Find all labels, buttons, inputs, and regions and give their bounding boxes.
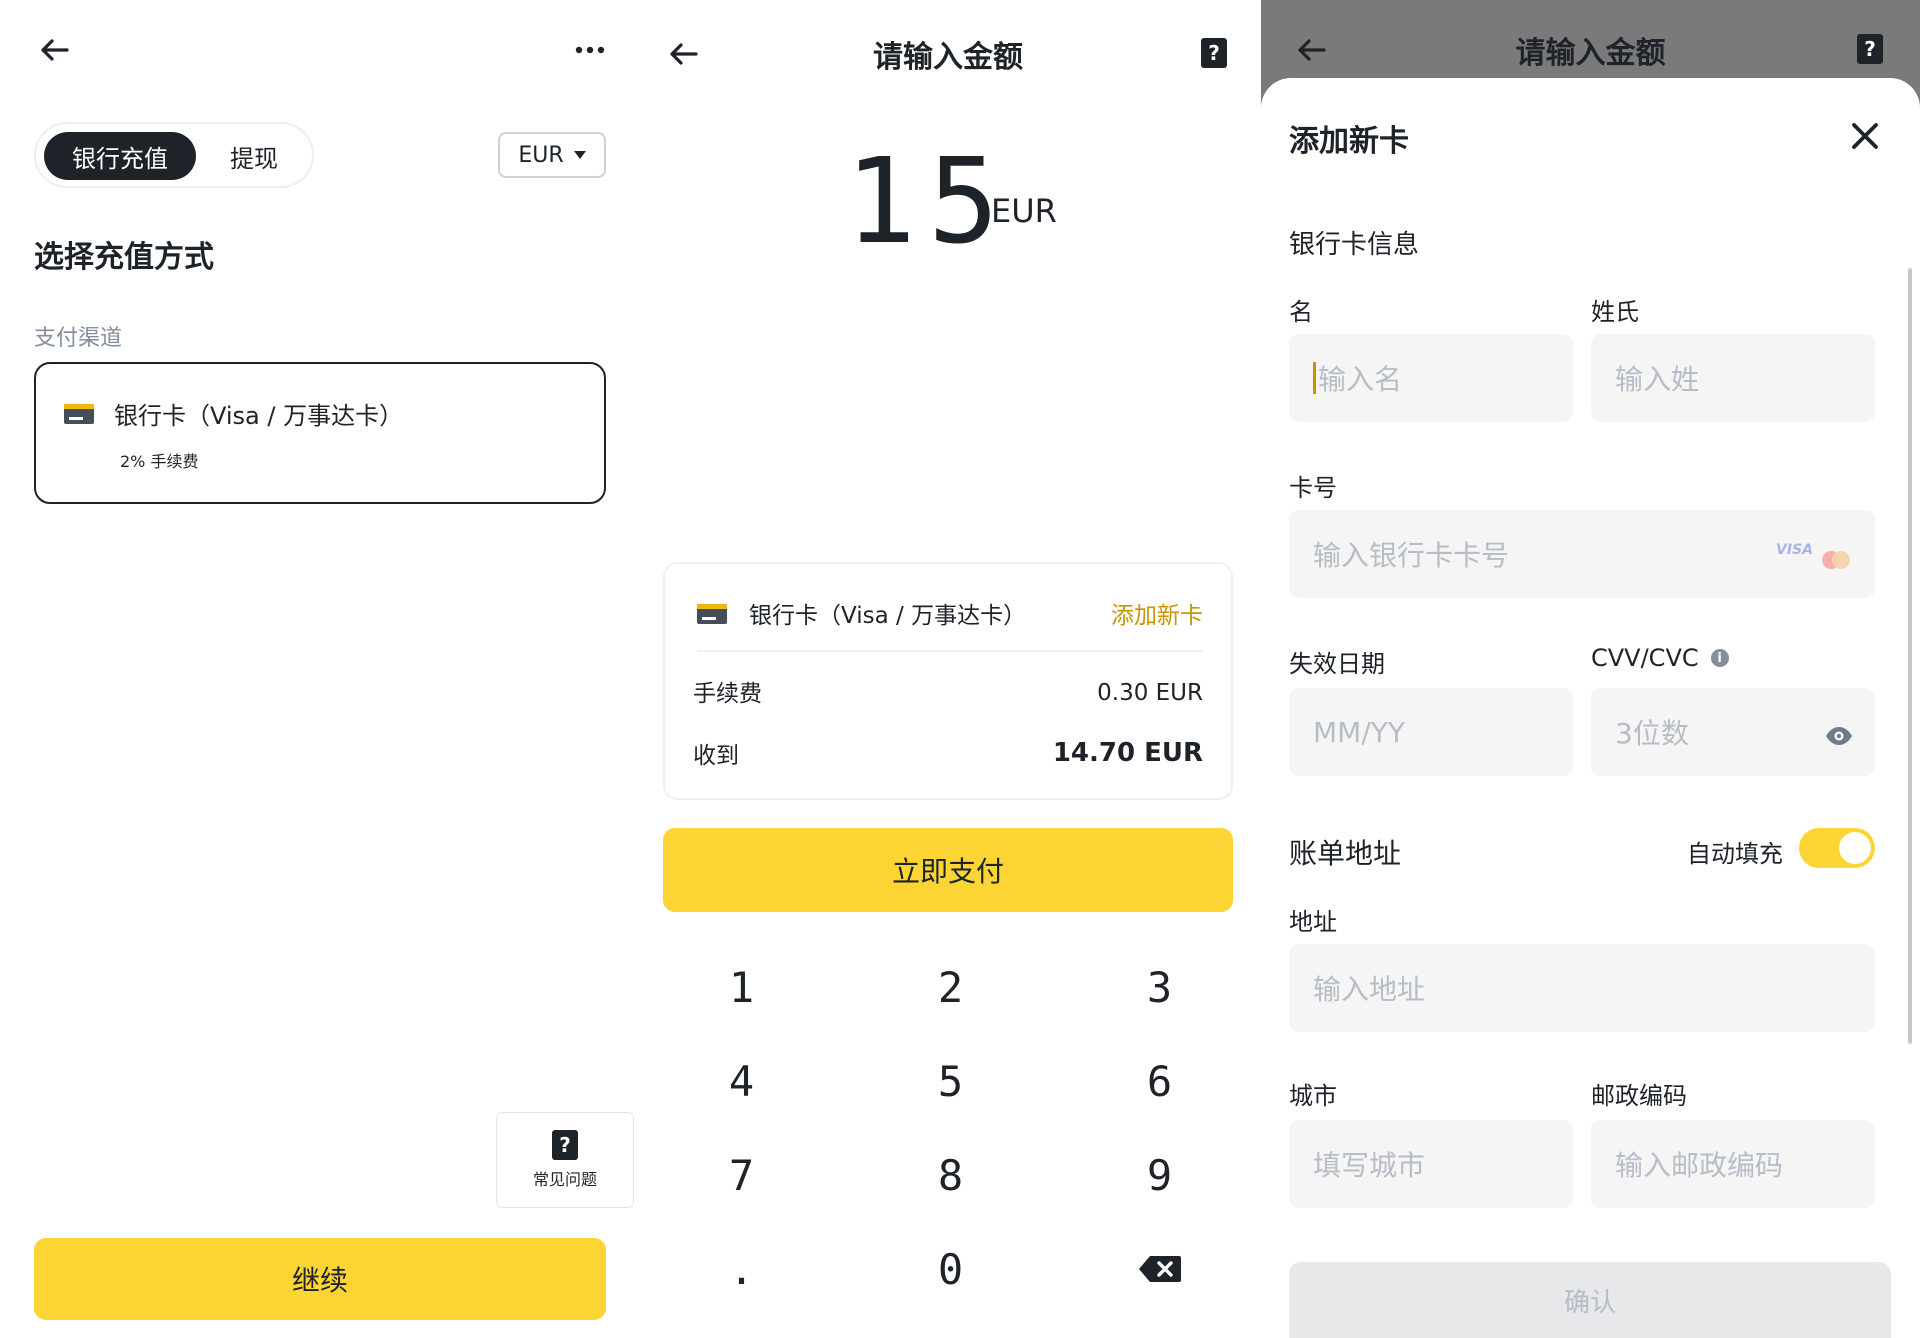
card-number-label: 卡号 — [1289, 474, 1337, 502]
faq-book-icon[interactable]: ? — [1857, 34, 1883, 64]
payment-method-name: 银行卡（Visa / 万事达卡） — [114, 402, 404, 430]
section-label: 支付渠道 — [34, 326, 123, 351]
tab-bank-deposit[interactable]: 银行充值 — [44, 132, 196, 180]
city-label: 城市 — [1289, 1082, 1337, 1110]
receive-value: 14.70 EUR — [1052, 738, 1203, 768]
expiry-placeholder: MM/YY — [1313, 715, 1405, 749]
key-8[interactable]: 8 — [844, 1132, 1057, 1218]
key-0[interactable]: 0 — [844, 1226, 1057, 1312]
key-3[interactable]: 3 — [1053, 944, 1261, 1030]
info-icon[interactable]: i — [1710, 649, 1729, 667]
address-placeholder: 输入地址 — [1313, 973, 1426, 1006]
first-name-input[interactable]: 输入名 — [1289, 334, 1573, 422]
first-name-label: 名 — [1289, 298, 1313, 326]
key-6[interactable]: 6 — [1053, 1038, 1261, 1124]
key-1[interactable]: 1 — [635, 944, 848, 1030]
key-backspace[interactable] — [1053, 1226, 1261, 1312]
deposit-method-screen: 银行充值 提现 EUR 选择充值方式 支付渠道 银行卡（Visa / 万事达卡）… — [0, 0, 635, 1338]
currency-select[interactable]: EUR — [498, 132, 606, 178]
cvv-placeholder: 3位数 — [1615, 717, 1689, 750]
page-title: 请输入金额 — [873, 40, 1023, 75]
divider — [697, 650, 1203, 652]
page-title: 请输入金额 — [1515, 36, 1666, 71]
faq-book-icon[interactable]: ? — [1201, 38, 1227, 68]
faq-book-icon: ? — [552, 1130, 578, 1160]
fee-label: 手续费 — [693, 681, 762, 707]
city-placeholder: 填写城市 — [1313, 1149, 1426, 1182]
payment-method-card[interactable]: 银行卡（Visa / 万事达卡） 2% 手续费 — [34, 362, 606, 504]
currency-value: EUR — [518, 142, 564, 168]
last-name-label: 姓氏 — [1591, 298, 1639, 326]
key-7[interactable]: 7 — [635, 1132, 848, 1218]
caret-down-icon — [573, 151, 586, 159]
page-heading: 选择充值方式 — [34, 240, 214, 275]
more-options-icon[interactable] — [570, 30, 610, 70]
last-name-placeholder: 输入姓 — [1615, 363, 1700, 396]
enter-amount-screen: 请输入金额 ? 15 EUR 银行卡（Visa / 万事达卡） 添加新卡 手续费… — [635, 0, 1261, 1338]
autofill-toggle[interactable] — [1799, 828, 1875, 868]
back-arrow-icon[interactable] — [34, 30, 74, 70]
section-title: 银行卡信息 — [1289, 230, 1420, 260]
add-card-link[interactable]: 添加新卡 — [1111, 596, 1203, 630]
key-5[interactable]: 5 — [844, 1038, 1057, 1124]
billing-address-label: 账单地址 — [1289, 837, 1402, 870]
faq-button[interactable]: ? 常见问题 — [496, 1112, 634, 1208]
expiry-input[interactable]: MM/YY — [1289, 688, 1573, 776]
key-4[interactable]: 4 — [635, 1038, 848, 1124]
confirm-button[interactable]: 确认 — [1289, 1262, 1891, 1338]
amount-currency: EUR — [991, 192, 1057, 230]
cvv-label: CVV/CVC — [1591, 644, 1699, 672]
first-name-placeholder: 输入名 — [1318, 363, 1403, 396]
numeric-keypad: 1 2 3 4 5 6 7 8 9 . 0 — [635, 944, 1261, 1312]
sheet-title: 添加新卡 — [1289, 124, 1409, 159]
fee-value: 0.30 EUR — [1097, 680, 1203, 706]
amount-value: 15 — [845, 132, 1012, 270]
order-summary: 银行卡（Visa / 万事达卡） 添加新卡 手续费 0.30 EUR 收到 14… — [663, 562, 1233, 800]
close-icon[interactable] — [1845, 116, 1885, 156]
tab-withdraw[interactable]: 提现 — [206, 132, 302, 180]
key-9[interactable]: 9 — [1053, 1132, 1261, 1218]
mastercard-icon — [1821, 544, 1851, 569]
faq-label: 常见问题 — [532, 1170, 597, 1189]
last-name-input[interactable]: 输入姓 — [1591, 334, 1875, 422]
autofill-label: 自动填充 — [1687, 840, 1783, 868]
credit-card-icon — [697, 604, 727, 624]
toggle-knob — [1839, 832, 1871, 864]
show-password-eye-icon[interactable] — [1825, 720, 1853, 753]
key-2[interactable]: 2 — [844, 944, 1057, 1030]
credit-card-icon — [64, 404, 94, 424]
pay-now-button[interactable]: 立即支付 — [663, 828, 1233, 912]
card-number-placeholder: 输入银行卡卡号 — [1313, 539, 1510, 572]
continue-button[interactable]: 继续 — [34, 1238, 606, 1320]
add-card-screen: 请输入金额 ? 添加新卡 银行卡信息 名 姓氏 输入名 输入姓 卡号 输入银行卡… — [1261, 0, 1920, 1338]
add-card-sheet: 添加新卡 银行卡信息 名 姓氏 输入名 输入姓 卡号 输入银行卡卡号 VISA … — [1261, 78, 1920, 1338]
expiry-label: 失效日期 — [1289, 650, 1385, 678]
backspace-icon — [1138, 1256, 1181, 1282]
text-cursor — [1313, 362, 1316, 394]
deposit-withdraw-toggle: 银行充值 提现 — [34, 122, 314, 188]
postal-code-placeholder: 输入邮政编码 — [1615, 1149, 1784, 1182]
cvv-label-row: CVV/CVC i — [1591, 644, 1729, 672]
card-number-input[interactable]: 输入银行卡卡号 VISA — [1289, 510, 1875, 598]
scrollbar[interactable] — [1908, 268, 1912, 1044]
postal-code-input[interactable]: 输入邮政编码 — [1591, 1120, 1875, 1208]
key-decimal[interactable]: . — [635, 1226, 848, 1312]
visa-logo: VISA — [1776, 542, 1813, 558]
city-input[interactable]: 填写城市 — [1289, 1120, 1573, 1208]
payment-method-fee: 2% 手续费 — [120, 452, 199, 471]
address-label: 地址 — [1289, 908, 1337, 936]
payment-method-name: 银行卡（Visa / 万事达卡） — [749, 603, 1027, 629]
postal-code-label: 邮政编码 — [1591, 1082, 1687, 1110]
address-input[interactable]: 输入地址 — [1289, 944, 1875, 1032]
cvv-input[interactable]: 3位数 — [1591, 688, 1875, 776]
receive-label: 收到 — [693, 743, 739, 769]
